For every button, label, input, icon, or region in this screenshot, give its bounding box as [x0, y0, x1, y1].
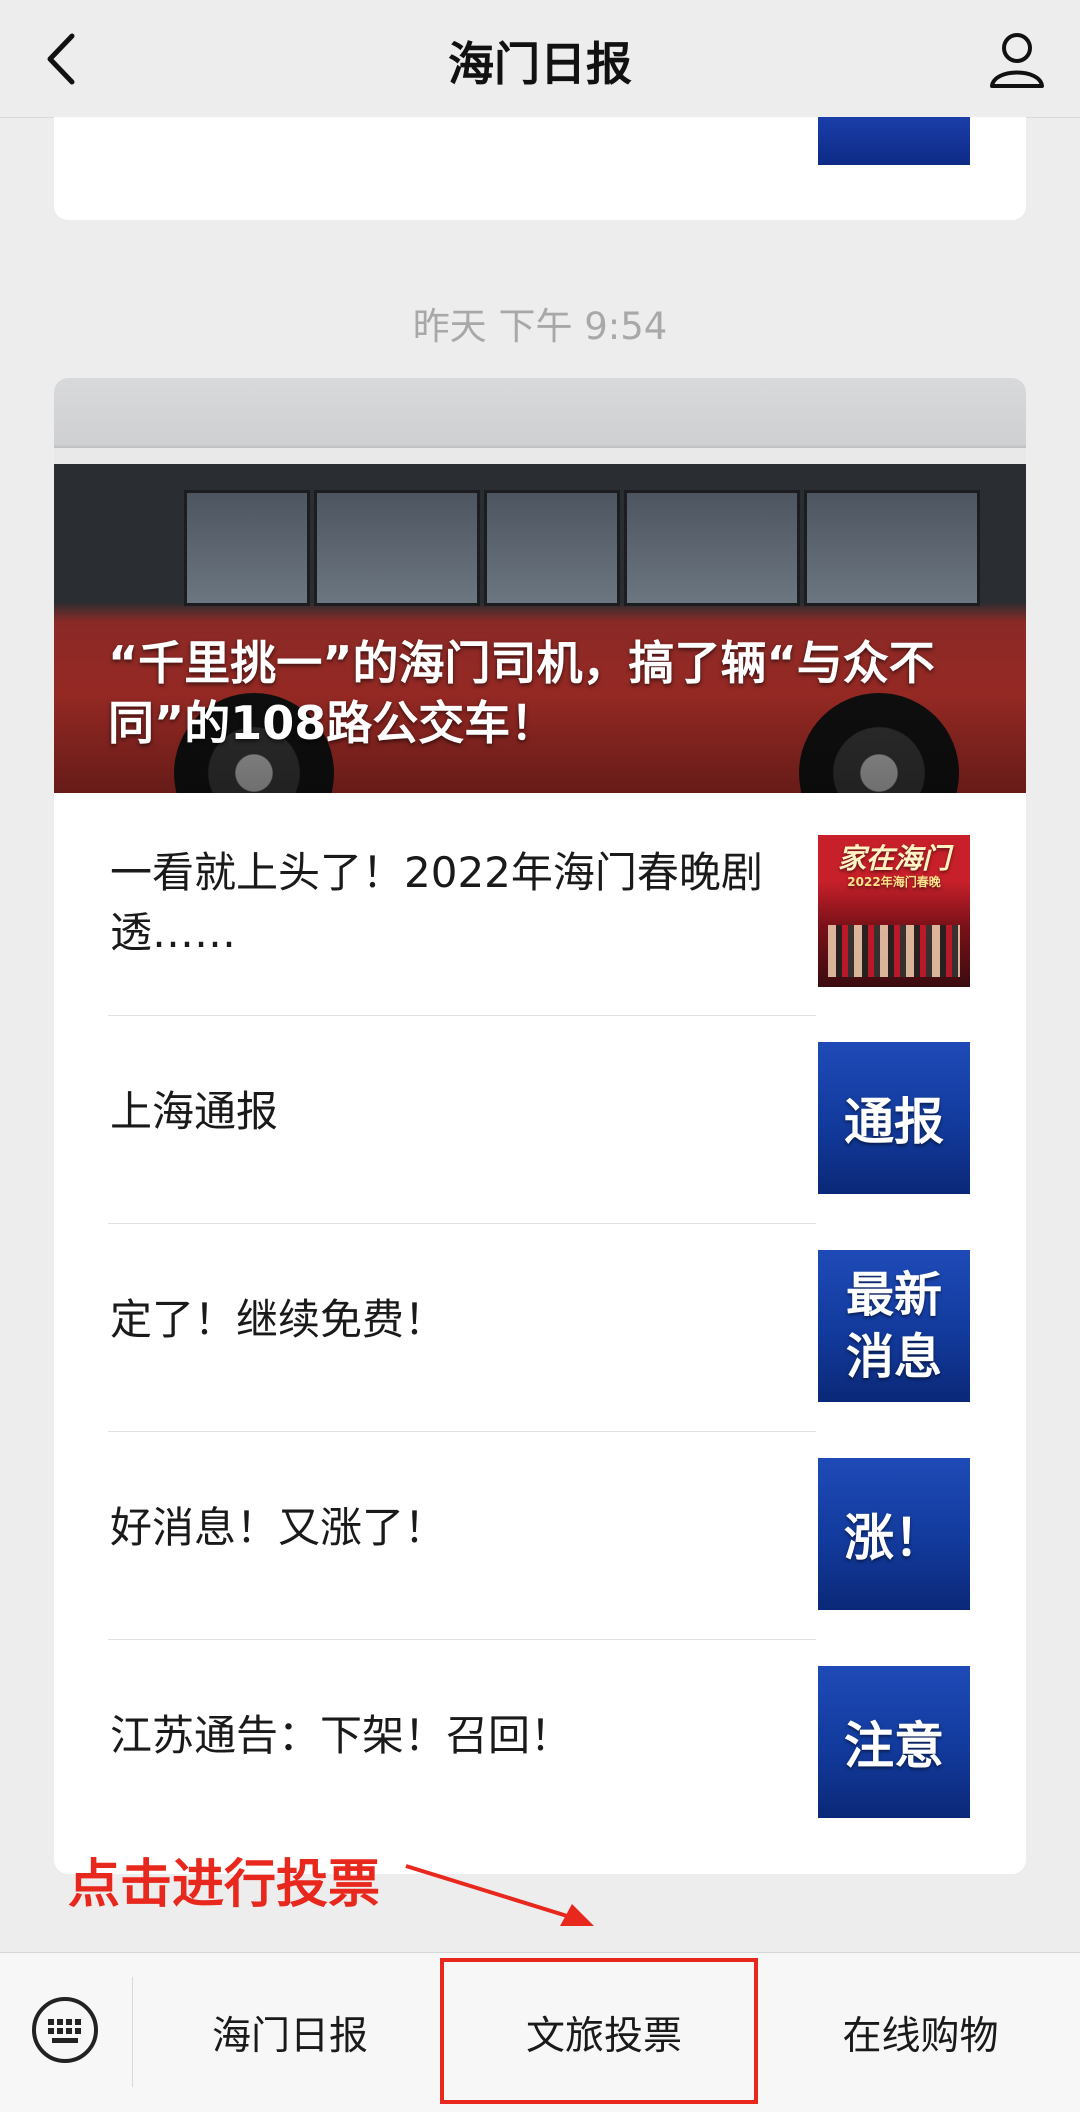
article-title: 上海通报: [110, 1087, 279, 1136]
thumbnail-title: 家在海门: [837, 842, 950, 875]
bus-window: [184, 490, 310, 606]
menu-item-haimen-daily[interactable]: 海门日报: [133, 1953, 447, 2112]
page-title: 海门日报: [448, 37, 632, 91]
keyboard-icon[interactable]: [30, 1995, 100, 2065]
bus-window: [314, 490, 480, 606]
menu-item-online-shopping[interactable]: 在线购物: [761, 1953, 1080, 2112]
hero-article[interactable]: “千里挑一”的海门司机，搞了辆“与众不同”的108路公交车！: [54, 378, 1026, 793]
hero-title: “千里挑一”的海门司机，搞了辆“与众不同”的108路公交车！: [108, 636, 935, 750]
article-thumbnail: [818, 117, 970, 165]
article-thumbnail: 注意: [818, 1666, 970, 1818]
article-thumbnail: 家在海门 2022年海门春晚: [818, 835, 970, 987]
list-item[interactable]: 好消息！又涨了！ 涨！: [54, 1432, 1026, 1640]
article-thumbnail: 最新消息: [818, 1250, 970, 1402]
article-title: 一看就上头了！2022年海门春晚剧透……: [110, 848, 763, 957]
bus-window: [804, 490, 980, 606]
list-item[interactable]: 上海通报 通报: [54, 1016, 1026, 1224]
article-title: 好消息！又涨了！: [110, 1503, 447, 1552]
message-timestamp: 昨天 下午 9:54: [412, 305, 668, 348]
article-thumbnail: 通报: [818, 1042, 970, 1194]
annotation-label: 点击进行投票: [68, 1855, 381, 1915]
top-bar: 海门日报: [0, 0, 1080, 118]
bus-window: [484, 490, 620, 606]
bus-window: [624, 490, 800, 606]
article-card: “千里挑一”的海门司机，搞了辆“与众不同”的108路公交车！ 一看就上头了！20…: [54, 378, 1026, 1874]
article-thumbnail: 涨！: [818, 1458, 970, 1610]
article-title: 定了！继续免费！: [110, 1295, 447, 1344]
highlight-box: [440, 1958, 758, 2104]
list-item[interactable]: 一看就上头了！2022年海门春晚剧透…… 家在海门 2022年海门春晚: [54, 793, 1026, 1001]
annotation-arrow: [405, 1864, 594, 1926]
person-icon[interactable]: [984, 26, 1050, 92]
thumbnail-subtitle: 2022年海门春晚: [847, 875, 941, 889]
article-title: 江苏通告：下架！召回！: [110, 1711, 573, 1760]
list-item[interactable]: 江苏通告：下架！召回！ 注意: [54, 1640, 1026, 1848]
bus-image-roof: [54, 448, 1026, 464]
list-item[interactable]: 定了！继续免费！ 最新消息: [54, 1224, 1026, 1432]
stage-performers: [828, 925, 960, 977]
